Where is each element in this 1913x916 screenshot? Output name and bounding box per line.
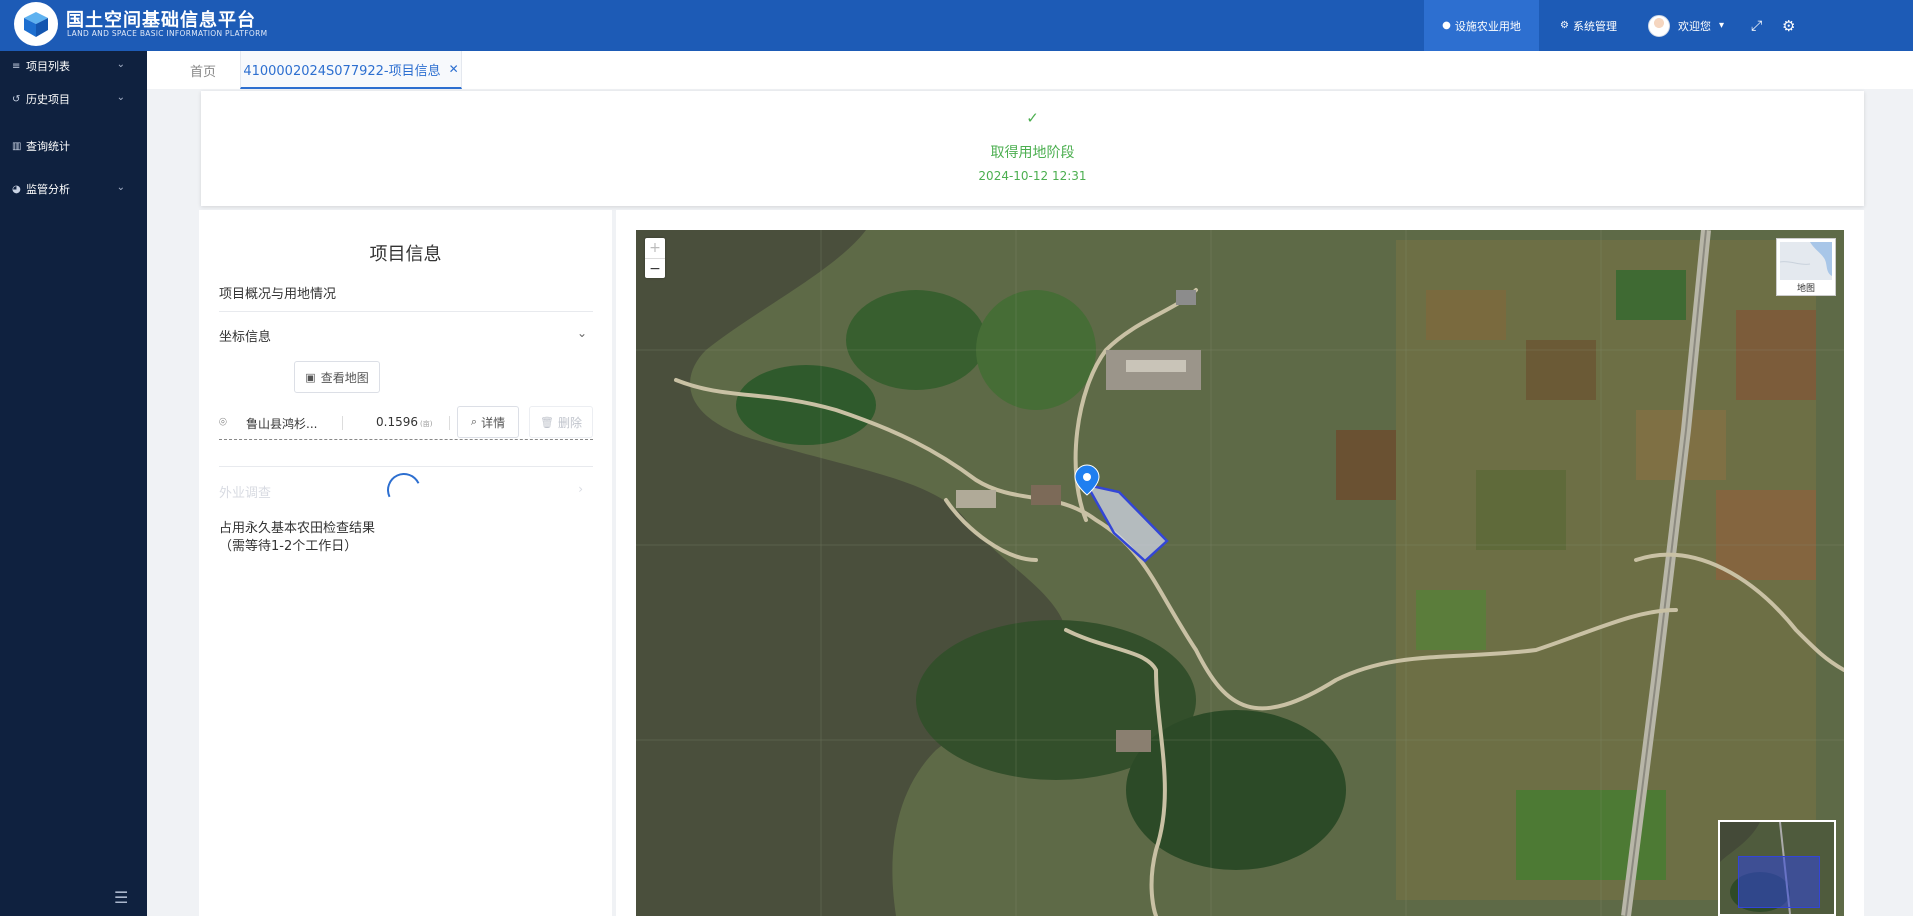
overview-minimap[interactable] (1718, 820, 1836, 916)
farmland-check-note: （需等待1-2个工作日） (219, 539, 358, 554)
nav-facility-farmland-label: 设施农业用地 (1454, 19, 1521, 33)
top-header: 国土空间基础信息平台 LAND AND SPACE BASIC INFORMAT… (0, 0, 1913, 51)
section-field-survey-label: 外业调查 (219, 486, 272, 501)
nav-facility-farmland[interactable]: ● 设施农业用地 (1424, 0, 1539, 51)
gear-icon: ⚙ (1782, 16, 1796, 35)
sidebar-item-label: 项目列表 (26, 60, 70, 73)
delete-label: 删除 (557, 415, 582, 430)
expand-icon: ⤢ (1751, 17, 1763, 34)
gears-icon: ⚙ (1560, 20, 1569, 31)
section-coordinates-label: 坐标信息 (219, 330, 272, 345)
panel-title: 项目信息 (369, 244, 442, 265)
cube-logo-icon (24, 12, 48, 37)
map-panel: + − 地图 (616, 210, 1864, 916)
detail-button[interactable]: ⌕ 详情 (457, 406, 519, 438)
satellite-map[interactable]: + − 地图 (636, 230, 1844, 916)
coordinate-area-unit: (亩) (420, 420, 433, 428)
section-coordinates[interactable]: 坐标信息 ⌄ (219, 326, 593, 345)
chevron-down-icon: ▾ (1719, 20, 1725, 31)
status-time: 2024-10-12 12:31 (978, 169, 1087, 183)
menu-collapse-icon[interactable]: ☰ (114, 888, 128, 907)
basemap-label: 地图 (1796, 284, 1815, 294)
satellite-imagery (636, 230, 1844, 916)
overview-viewport-box[interactable] (1738, 856, 1820, 908)
farmland-check-result: 占用永久基本农田检查结果 （需等待1-2个工作日） (219, 520, 375, 556)
divider (219, 466, 593, 467)
project-info-panel: 项目信息 项目概况与用地情况 坐标信息 ⌄ ▣ 查看地图 ⌾ 鲁山县鸿杉... … (199, 210, 612, 916)
separator (449, 416, 450, 430)
tab-home[interactable]: 首页 (190, 61, 216, 80)
coordinate-area: 0.1596 (亩) (376, 415, 432, 429)
zoom-control: + − (645, 238, 665, 278)
status-card: ✓ 取得用地阶段 2024-10-12 12:31 (201, 91, 1864, 206)
trash-icon: 🗑 (540, 415, 554, 429)
user-menu[interactable]: 欢迎您 ▾ (1648, 0, 1724, 51)
view-map-button[interactable]: ▣ 查看地图 (294, 361, 380, 393)
welcome-text: 欢迎您 (1678, 19, 1711, 33)
status-stage: 取得用地阶段 (990, 145, 1075, 161)
chevron-down-icon: ⌄ (116, 92, 125, 103)
sidebar-item-label: 监管分析 (26, 183, 70, 196)
farmland-check-title: 占用永久基本农田检查结果 (219, 521, 376, 536)
divider (219, 311, 593, 312)
map-thumbnail-icon (1780, 242, 1832, 280)
nav-system-management-label: 系统管理 (1572, 19, 1617, 33)
history-icon: ↺ (12, 93, 21, 105)
basemap-thumbnail (1780, 242, 1832, 280)
coordinate-area-value: 0.1596 (376, 415, 418, 429)
coordinate-name: 鲁山县鸿杉... (246, 417, 318, 431)
chevron-down-icon: ⌄ (576, 326, 587, 340)
check-icon: ✓ (1026, 109, 1039, 127)
tab-project-info[interactable]: 4100002024S077922-项目信息 ✕ (240, 51, 462, 89)
sidebar-item-project-list[interactable]: ≡ 项目列表 ⌄ (0, 56, 147, 76)
tab-bar: 首页 4100002024S077922-项目信息 ✕ ↻ (147, 51, 1913, 89)
close-icon[interactable]: ✕ (449, 62, 459, 76)
sidebar-item-label: 历史项目 (26, 93, 70, 106)
detail-label: 详情 (481, 415, 506, 430)
nav-system-management[interactable]: ⚙ 系统管理 (1560, 0, 1617, 51)
section-overview[interactable]: 项目概况与用地情况 (219, 283, 593, 302)
separator (342, 416, 343, 430)
sidebar-item-history[interactable]: ↺ 历史项目 ⌄ (0, 89, 147, 109)
pie-chart-icon: ◕ (12, 183, 21, 195)
app-subtitle: LAND AND SPACE BASIC INFORMATION PLATFOR… (67, 29, 268, 38)
list-icon: ≡ (12, 60, 21, 72)
chevron-right-icon: › (578, 482, 583, 496)
fullscreen-button[interactable]: ⤢ (1751, 0, 1762, 51)
chevron-down-icon: ⌄ (116, 59, 125, 70)
tab-project-info-label: 4100002024S077922-项目信息 (243, 63, 441, 79)
platform-logo (14, 2, 58, 46)
zoom-in-button[interactable]: + (645, 238, 665, 259)
coordinate-row: ⌾ 鲁山县鸿杉... 0.1596 (亩) ⌕ 详情 🗑 删除 (219, 406, 593, 440)
chevron-down-icon: ⌄ (116, 182, 125, 193)
bar-chart-icon: ▥ (12, 140, 22, 152)
zoom-out-button[interactable]: − (645, 259, 665, 279)
basemap-switcher[interactable]: 地图 (1776, 238, 1836, 296)
sidebar: ≡ 项目列表 ⌄ ↺ 历史项目 ⌄ ▥ 查询统计 ◕ 监管分析 ⌄ ☰ (0, 51, 147, 916)
sidebar-item-supervision[interactable]: ◕ 监管分析 ⌄ (0, 179, 147, 199)
loading-spinner (382, 468, 426, 512)
sidebar-item-label: 查询统计 (26, 140, 70, 153)
image-icon: ▣ (305, 370, 316, 384)
avatar (1648, 14, 1670, 37)
view-map-label: 查看地图 (320, 370, 369, 385)
globe-icon: ● (1442, 20, 1451, 31)
delete-button[interactable]: 🗑 删除 (529, 406, 593, 438)
settings-button[interactable]: ⚙ (1782, 0, 1795, 51)
location-pin-icon: ⌾ (219, 415, 227, 430)
sidebar-item-query-stats[interactable]: ▥ 查询统计 (0, 136, 147, 156)
search-icon: ⌕ (470, 415, 478, 428)
